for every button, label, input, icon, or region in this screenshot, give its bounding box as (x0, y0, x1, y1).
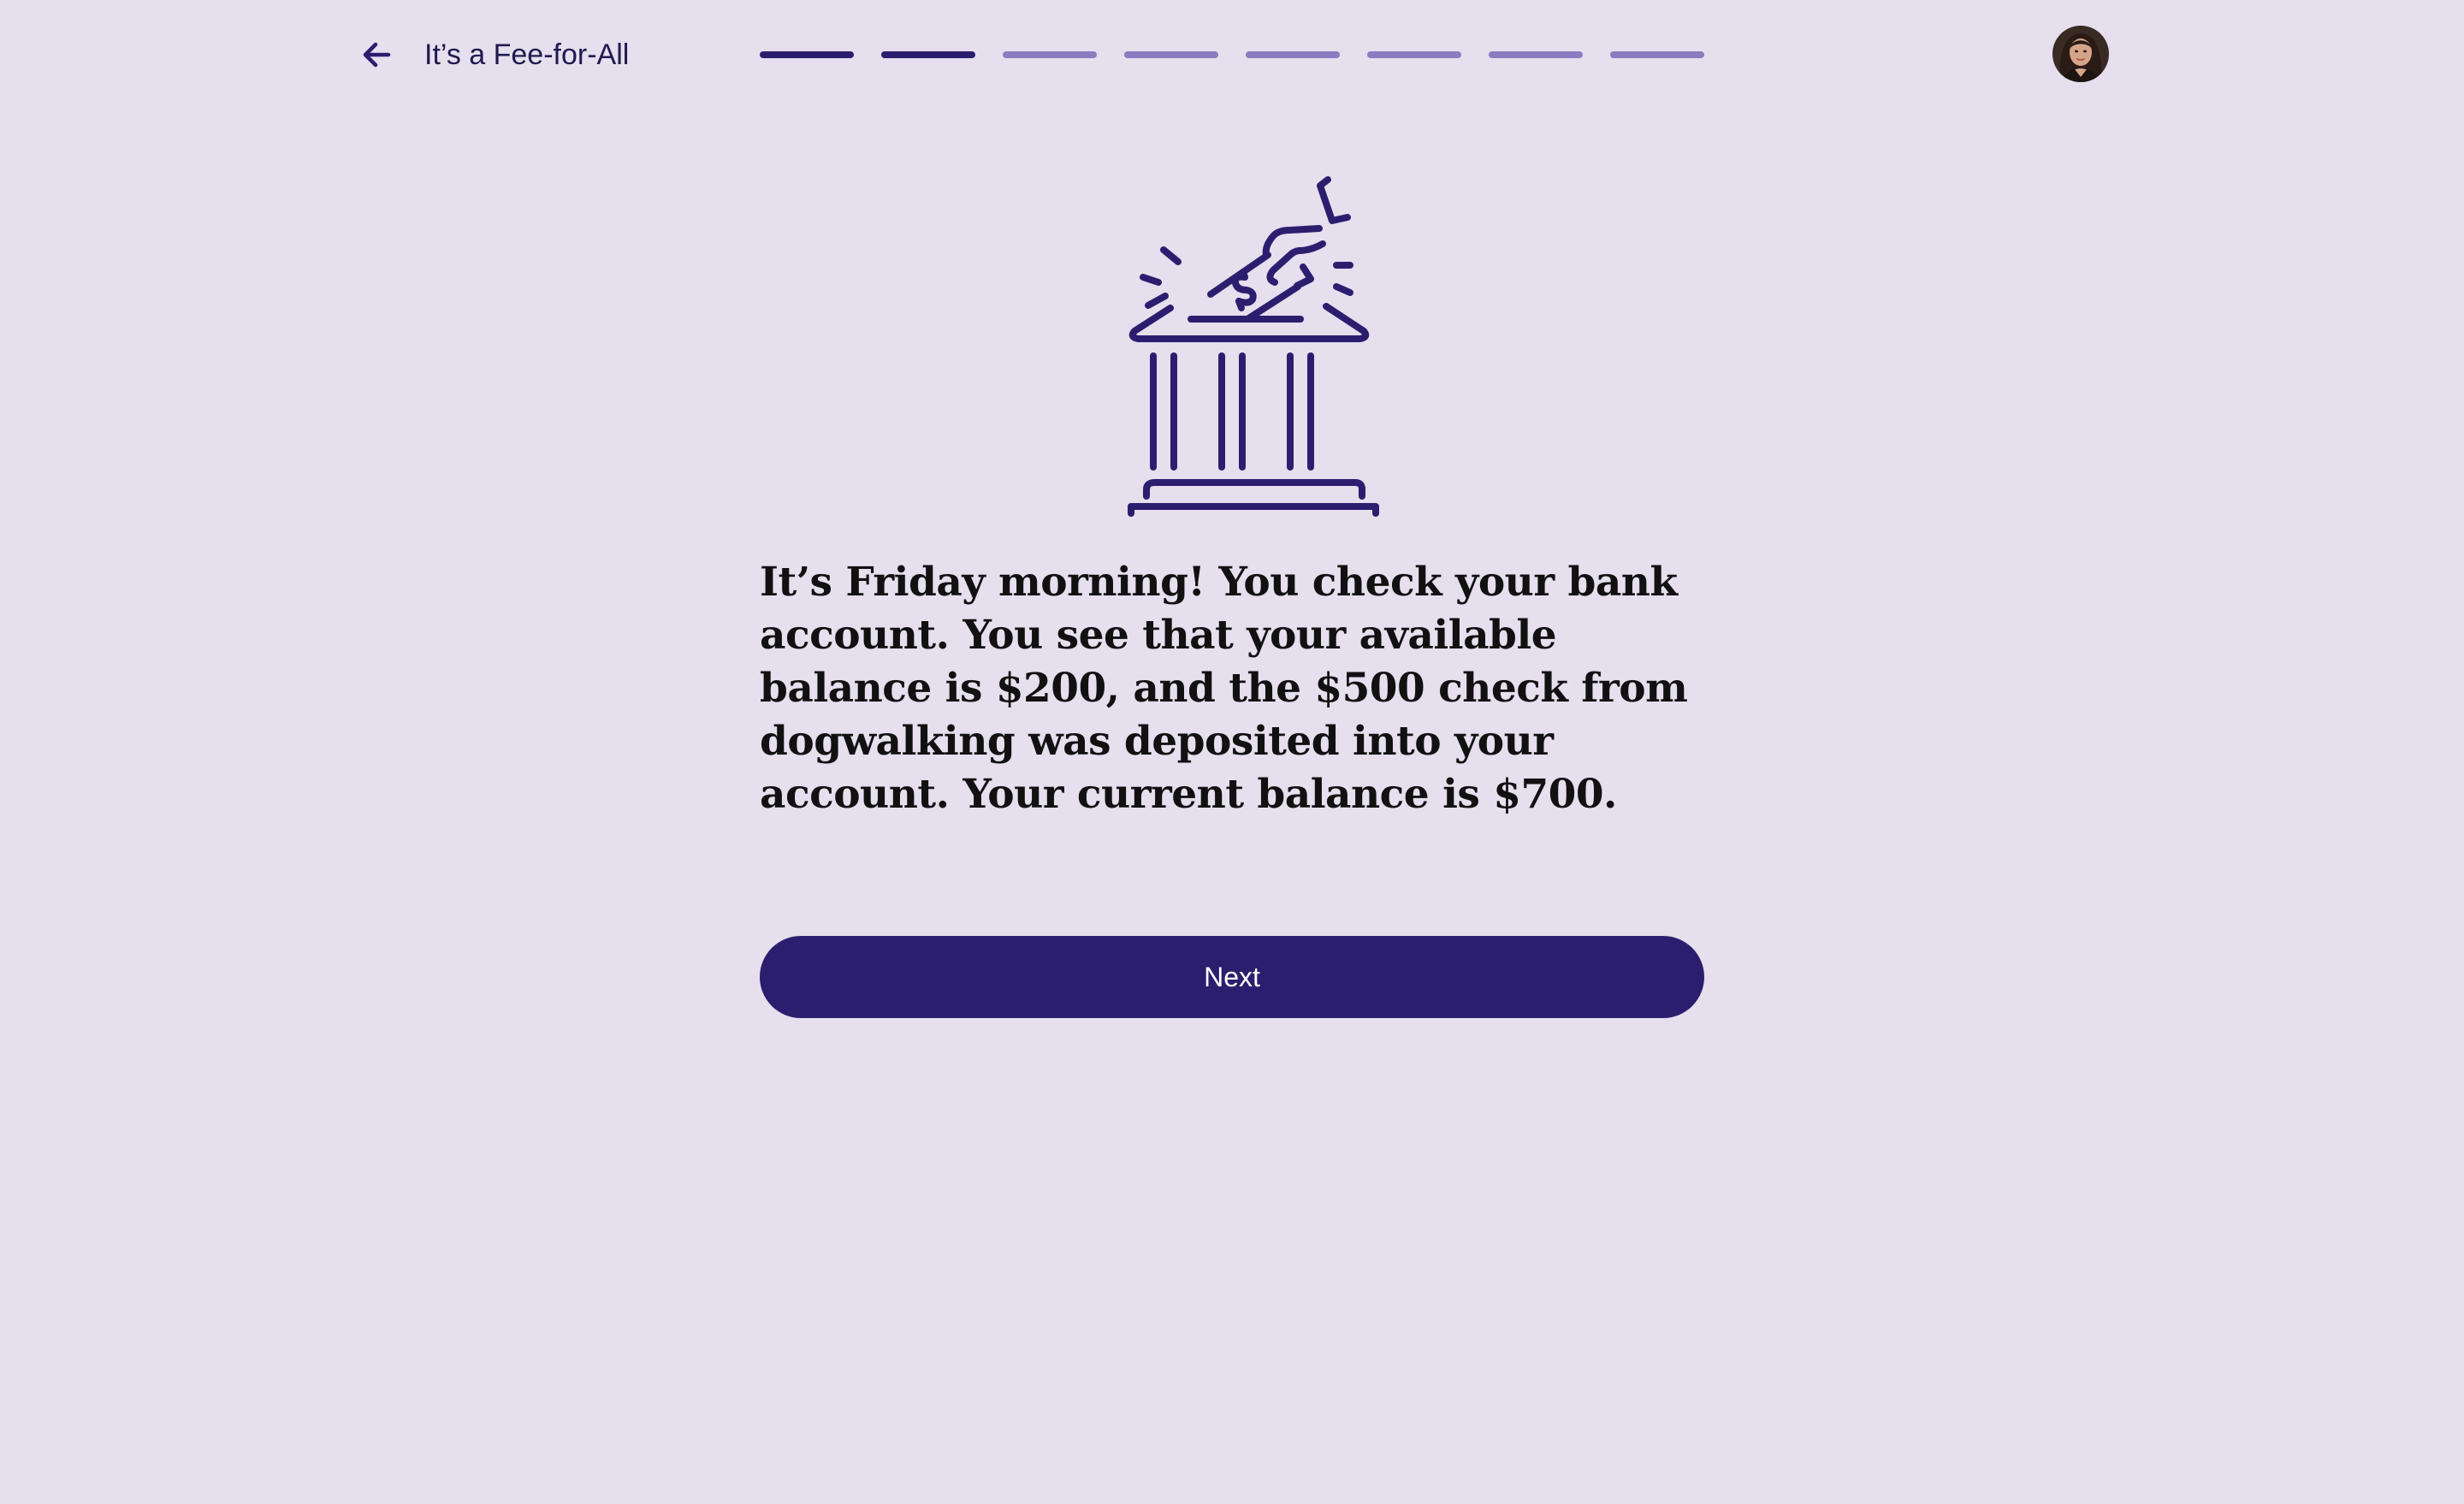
lesson-title: It’s a Fee-for-All (424, 38, 630, 71)
progress-segment-5 (1246, 51, 1340, 58)
arrow-left-icon (359, 38, 394, 72)
progress-segment-8 (1610, 51, 1704, 58)
scenario-text: It’s Friday morning! You check your bank… (760, 559, 1688, 818)
back-button[interactable] (351, 31, 402, 79)
avatar[interactable] (2052, 26, 2109, 82)
progress-segment-3 (1003, 51, 1097, 58)
next-button[interactable]: Next (760, 936, 1704, 1018)
bank-deposit-icon (1069, 171, 1395, 530)
progress-segment-7 (1489, 51, 1583, 58)
progress-segment-6 (1367, 51, 1461, 58)
progress-bar (760, 51, 1704, 58)
progress-segment-2 (881, 51, 975, 58)
top-bar: It’s a Fee-for-All (0, 0, 2464, 111)
progress-segment-1 (760, 51, 854, 58)
progress-segment-4 (1124, 51, 1218, 58)
